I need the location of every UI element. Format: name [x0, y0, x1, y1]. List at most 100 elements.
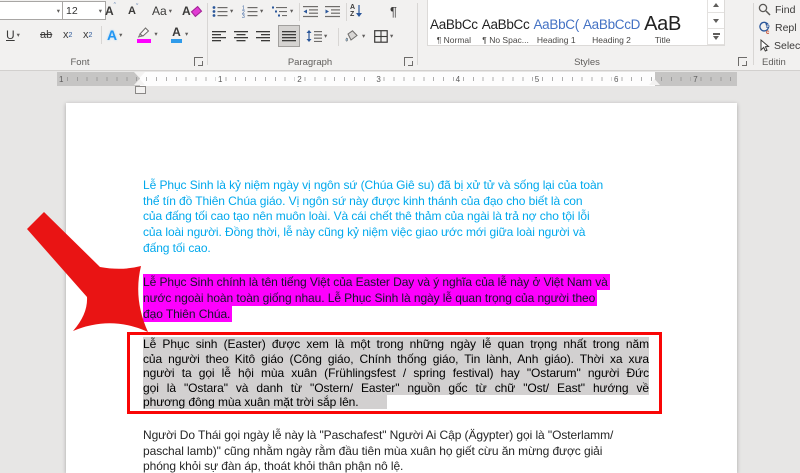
triangle-down-icon — [713, 36, 719, 40]
divider — [338, 28, 339, 46]
underline-letter: U — [6, 28, 15, 42]
text-effects-button[interactable]: A ▾ — [107, 25, 122, 45]
align-left-button[interactable] — [212, 26, 227, 46]
text-line: Lễ Phục Sinh là kỷ niệm ngày vị ngôn sứ … — [143, 178, 658, 194]
align-right-button[interactable] — [256, 26, 271, 46]
strikethrough-button[interactable]: ab — [40, 25, 52, 45]
shading-button[interactable]: ▾ — [344, 26, 365, 46]
style-gallery-item[interactable]: AaBbCcDHeading 2 — [581, 0, 642, 48]
selected-text-line: gọi là "Ostara" và danh từ "Ostern/ East… — [143, 381, 649, 396]
chevron-down-icon: ▾ — [185, 30, 188, 38]
chevron-down-icon: ▾ — [290, 7, 293, 15]
left-indent-marker[interactable] — [135, 86, 146, 94]
text-highlight-color-button[interactable]: ▾ — [138, 24, 156, 44]
align-center-icon — [234, 30, 249, 42]
chevron-down-icon: ▾ — [57, 7, 60, 15]
triangle-down-icon — [713, 19, 719, 23]
chevron-down-icon: ▾ — [99, 7, 102, 15]
text-line: phóng khỏi sự đàn áp, thoát khỏi thân ph… — [143, 459, 658, 473]
font-color-button[interactable]: A ▾ — [170, 24, 188, 44]
text-line: nước ngoài hoàn toàn giống nhau. Lễ Phục… — [143, 291, 658, 307]
paragraph-selected-red-box: Lễ Phục sinh (Easter) được xem là một tr… — [127, 332, 662, 414]
font-dialog-launcher-icon[interactable] — [194, 57, 203, 66]
pilcrow-icon: ¶ — [390, 4, 397, 19]
ruler-number: 6 — [612, 75, 620, 84]
select-label: Selec — [774, 40, 800, 52]
multilevel-list-button[interactable]: ▾ — [272, 1, 293, 21]
document-canvas[interactable]: 1 1234567 Lễ Phục Sinh là kỷ niệm ngày v… — [0, 71, 800, 473]
ruler-number: 1 — [216, 75, 224, 84]
superscript-button[interactable]: x2 — [83, 25, 92, 45]
ruler-number: 2 — [295, 75, 303, 84]
grow-font-button[interactable]: A ˆ — [105, 1, 116, 21]
styles-items: AaBbCc¶ NormalAaBbCc¶ No Spac...AaBbC(He… — [428, 0, 683, 45]
decrease-indent-button[interactable] — [303, 1, 319, 21]
text-line: của đấng tối cao tạo nên muôn loài. Và c… — [143, 209, 658, 225]
gallery-scroll-down-button[interactable] — [708, 13, 724, 29]
underline-button[interactable]: U ▾ — [6, 25, 20, 45]
bullets-button[interactable]: ▾ — [212, 1, 233, 21]
cursor-arrow-icon — [758, 39, 770, 52]
show-hide-marks-button[interactable]: ¶ — [390, 1, 397, 21]
align-left-icon — [212, 30, 227, 42]
replace-button[interactable]: bc Repl — [758, 21, 797, 34]
caret-up-icon: ˆ — [114, 3, 116, 10]
style-gallery-item[interactable]: AaBTitle — [642, 0, 683, 48]
svg-text:3: 3 — [242, 14, 245, 18]
styles-gallery: AaBbCc¶ NormalAaBbCc¶ No Spac...AaBbC(He… — [427, 0, 725, 46]
font-color-letter: A — [172, 25, 181, 39]
subscript-button[interactable]: x2 — [63, 25, 72, 45]
font-name-combobox[interactable]: ▾ — [0, 1, 64, 20]
editing-group-label: Editin — [762, 57, 800, 68]
paragraph-dialog-launcher-icon[interactable] — [404, 57, 413, 66]
align-center-button[interactable] — [234, 26, 249, 46]
select-button[interactable]: Selec — [758, 39, 800, 52]
highlighted-text: nước ngoài hoàn toàn giống nhau. Lễ Phục… — [143, 290, 597, 306]
line-spacing-icon — [306, 30, 322, 42]
style-gallery-item[interactable]: AaBbCc¶ No Spac... — [480, 0, 532, 48]
change-case-letters: Aa — [152, 4, 167, 18]
shrink-font-button[interactable]: A ˇ — [128, 1, 138, 21]
shrink-font-letter: A — [128, 5, 136, 17]
text-line: đạo Thiên Chúa. — [143, 307, 658, 323]
decrease-indent-icon — [303, 5, 319, 18]
font-size-combobox[interactable]: 12 ▾ — [62, 1, 106, 20]
numbering-button[interactable]: 123 ▾ — [242, 1, 263, 21]
justify-button[interactable] — [278, 25, 300, 47]
style-name-label: ¶ No Spac... — [482, 35, 529, 45]
sort-button[interactable]: A Z — [350, 1, 363, 21]
clear-formatting-button[interactable]: A — [182, 1, 201, 21]
styles-group-label: Styles — [517, 57, 657, 68]
caret-down-icon: ˇ — [136, 4, 138, 11]
replace-label: Repl — [775, 22, 797, 34]
group-divider — [207, 3, 208, 65]
increase-indent-button[interactable] — [325, 1, 341, 21]
paragraph-plain: Người Do Thái gọi ngày lễ này là "Pascha… — [143, 428, 658, 473]
borders-button[interactable]: ▾ — [374, 26, 393, 46]
grow-font-letter: A — [105, 4, 114, 18]
horizontal-ruler[interactable]: 1 1234567 — [57, 72, 737, 86]
style-gallery-item[interactable]: AaBbC(Heading 1 — [531, 0, 580, 48]
gallery-scroll-up-button[interactable] — [708, 0, 724, 13]
style-sample-text: AaBbCcD — [583, 16, 640, 33]
style-name-label: ¶ Normal — [437, 35, 471, 45]
increase-indent-icon — [325, 5, 341, 18]
chevron-down-icon: ▾ — [390, 32, 393, 40]
font-size-value: 12 — [66, 5, 78, 17]
change-case-button[interactable]: Aa ▾ — [152, 1, 172, 21]
styles-dialog-launcher-icon[interactable] — [738, 57, 747, 66]
ruler-number: 4 — [454, 75, 462, 84]
ruler-margin-number: 1 — [57, 75, 65, 84]
selected-text-line: Lễ Phục sinh (Easter) được xem là một tr… — [143, 337, 649, 352]
find-button[interactable]: Find — [758, 3, 795, 16]
chevron-down-icon: ▾ — [362, 32, 365, 40]
selected-text: phương đông mùa xuân mặt trời sắp lên. — [143, 395, 387, 409]
gallery-more-button[interactable] — [708, 29, 724, 45]
document-page[interactable]: Lễ Phục Sinh là kỷ niệm ngày vị ngôn sứ … — [66, 103, 737, 473]
ruler-number: 7 — [691, 75, 699, 84]
line-spacing-button[interactable]: ▾ — [306, 26, 327, 46]
chevron-down-icon: ▾ — [260, 7, 263, 15]
subscript-digit: 2 — [69, 32, 73, 39]
group-divider — [753, 3, 754, 65]
style-gallery-item[interactable]: AaBbCc¶ Normal — [428, 0, 480, 48]
